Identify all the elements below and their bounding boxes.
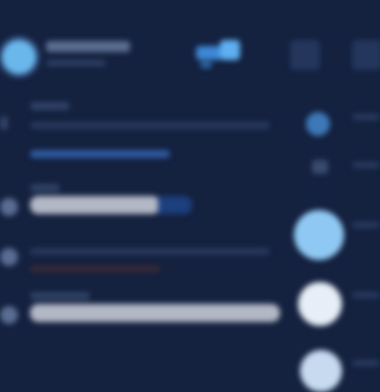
profile-subtitle: [46, 60, 106, 66]
avatar[interactable]: [2, 40, 36, 74]
row-text: [30, 248, 270, 255]
right-text: [352, 114, 380, 120]
app-window: [0, 0, 380, 392]
progress-bar: [30, 196, 192, 214]
profile-name: [46, 41, 130, 52]
row-icon: [0, 248, 18, 266]
right-chip: [312, 160, 328, 174]
contact-avatar[interactable]: [300, 350, 342, 392]
menu-button[interactable]: [290, 40, 320, 70]
right-text: [352, 360, 380, 366]
row-icon: [0, 306, 18, 324]
contact-avatar[interactable]: [298, 282, 342, 326]
more-button[interactable]: [352, 40, 380, 70]
row-label: [30, 184, 60, 192]
right-text: [352, 162, 380, 168]
progress-fill: [30, 196, 160, 214]
right-text: [352, 292, 380, 298]
progress-bar: [30, 304, 280, 322]
chat-icon[interactable]: [196, 40, 242, 70]
status-dot: [306, 112, 330, 136]
progress-fill: [30, 304, 280, 322]
row-text: [30, 122, 270, 129]
row-link[interactable]: [30, 266, 160, 272]
row-icon: [0, 198, 18, 216]
row-label: [30, 102, 70, 110]
row-icon: [0, 116, 8, 130]
progress-end: [158, 196, 192, 214]
row-label: [30, 292, 90, 300]
contact-avatar[interactable]: [294, 210, 344, 260]
right-text: [352, 222, 380, 228]
row-link[interactable]: [30, 150, 170, 158]
